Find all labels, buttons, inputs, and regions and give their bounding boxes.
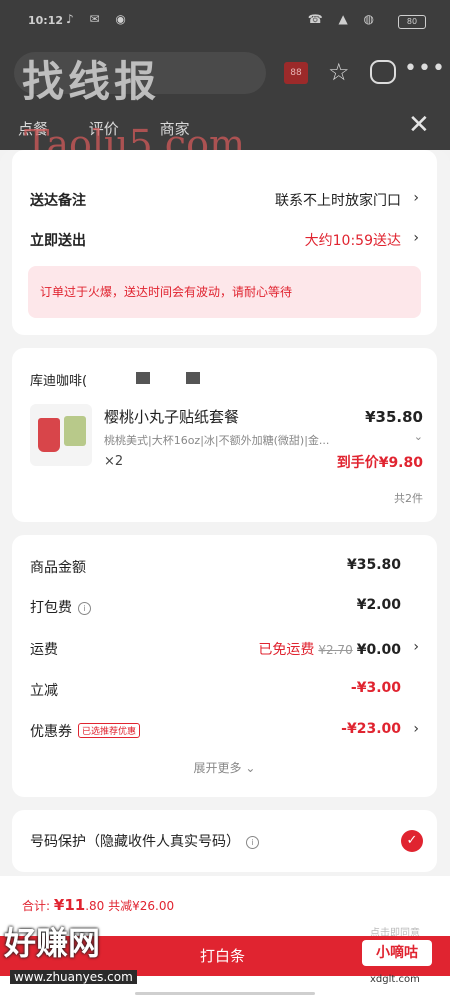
chevron-down-icon[interactable]: ⌄ (414, 430, 423, 443)
delivery-card: 送达备注 联系不上时放家门口 › 立即送出 大约10:59送达 › 订单过于火爆… (12, 150, 437, 335)
chevron-right-icon: › (413, 721, 419, 737)
home-indicator[interactable] (135, 992, 315, 995)
chevron-right-icon: › (413, 230, 419, 246)
watermark-bottom-left-url: www.zhuanyes.com (10, 970, 137, 984)
notification-icons: ♪ ✉ ◉ (66, 12, 132, 26)
goods-amount-value: ¥35.80 (346, 557, 401, 573)
more-icon[interactable]: ••• (404, 56, 446, 81)
busy-notice: 订单过于火爆，送达时间会有波动，请耐心等待 (28, 266, 421, 318)
delivery-note-value: 联系不上时放家门口 (275, 193, 401, 209)
status-bar: 10:12 ♪ ✉ ◉ ☎ ▲ ◍ 80 (0, 0, 450, 42)
watermark-bottom-right: 小嘀咕 (362, 940, 432, 966)
product-spec[interactable]: 桃桃美式|大杯16oz|冰|不额外加糖(微甜)|金... (104, 432, 394, 448)
coupon-value: -¥23.00 (341, 721, 401, 737)
packing-fee-label: 打包费 i (30, 597, 91, 617)
order-card: 库迪咖啡( 樱桃小丸子贴纸套餐 ¥35.80 桃桃美式|大杯16oz|冰|不额外… (12, 348, 437, 522)
goods-amount-label: 商品金额 (30, 560, 86, 576)
chevron-right-icon: › (413, 639, 419, 655)
delivery-time-label: 立即送出 (30, 233, 86, 249)
info-icon[interactable]: i (78, 602, 91, 615)
final-price: 到手价¥9.80 (336, 455, 423, 471)
redacted-block (136, 372, 150, 384)
shop-name[interactable]: 库迪咖啡( (30, 370, 87, 389)
signal-icons: ☎ ▲ ◍ (307, 12, 380, 26)
product-price: ¥35.80 (365, 408, 423, 426)
privacy-card: 号码保护（隐藏收件人真实号码） i ✓ (12, 810, 437, 872)
coupon-label: 优惠券 已选推荐优惠 (30, 721, 141, 741)
service-icon[interactable] (370, 60, 396, 84)
sticker-pack-icon (64, 416, 86, 446)
product-qty: ×2 (104, 454, 124, 469)
status-time: 10:12 (28, 14, 64, 27)
redacted-block (186, 372, 200, 384)
watermark-top: 找线报 (22, 57, 161, 106)
watermark-bottom-left: 好赚网 (4, 924, 101, 962)
star-icon[interactable]: ☆ (328, 58, 350, 86)
discount-value: -¥3.00 (350, 680, 401, 696)
info-icon[interactable]: i (246, 836, 259, 849)
fee-card: 商品金额 ¥35.80 打包费 i ¥2.00 运费 已免运费 ¥2.70 ¥0.00… (12, 535, 437, 797)
packing-fee-value: ¥2.00 (356, 597, 401, 613)
pay-button-label: 打白条 (200, 947, 246, 965)
order-sheet: 送达备注 联系不上时放家门口 › 立即送出 大约10:59送达 › 订单过于火爆… (0, 150, 450, 1000)
delivery-time-value: 大约10:59送达 (304, 233, 401, 249)
battery-icon: 80 (398, 15, 426, 29)
close-icon[interactable]: ✕ (408, 110, 430, 140)
expand-more-button[interactable]: 展开更多 ⌄ (12, 759, 437, 776)
delivery-note-label: 送达备注 (30, 193, 86, 209)
discount-label: 立减 (30, 683, 58, 699)
product-image[interactable] (30, 404, 92, 466)
chevron-right-icon: › (413, 190, 419, 206)
privacy-checkbox[interactable]: ✓ (401, 830, 423, 852)
coupon-badge[interactable]: 88 (284, 62, 308, 84)
shipping-fee-values: 已免运费 ¥2.70 ¥0.00 (258, 642, 401, 658)
watermark-bottom-right-url: xdglt.com (370, 974, 420, 985)
drink-cup-icon (38, 418, 60, 452)
item-count: 共2件 (394, 492, 423, 505)
total-price: 合计: ¥11.80 共减¥26.00 (22, 896, 175, 914)
coupon-tag: 已选推荐优惠 (78, 723, 141, 738)
product-name: 樱桃小丸子贴纸套餐 (104, 408, 240, 426)
privacy-label: 号码保护（隐藏收件人真实号码） i (30, 831, 259, 851)
shipping-fee-label: 运费 (30, 642, 58, 658)
